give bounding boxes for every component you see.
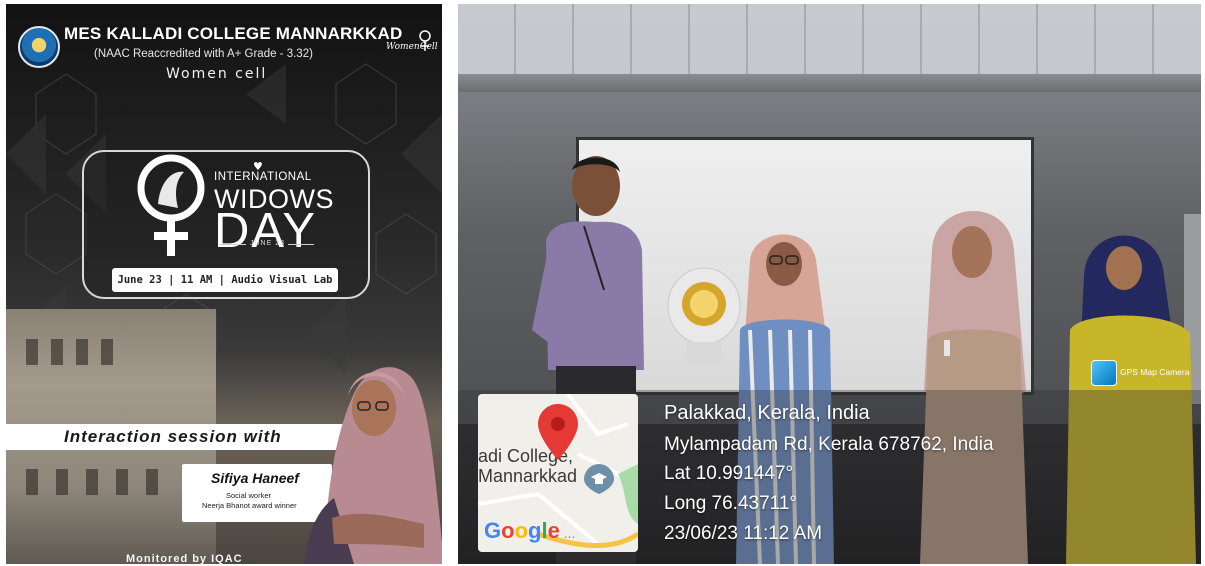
event-poster: MES KALLADI COLLEGE MANNARKKAD (NAAC Rea… <box>6 4 442 564</box>
divider <box>220 244 246 245</box>
location-city: Palakkad, Kerala, India <box>664 402 870 424</box>
map-thumbnail[interactable]: adi College, Mannarkkad Google ... <box>478 394 638 552</box>
event-title-line1: INTERNATIONAL <box>214 171 312 183</box>
women-cell-logo-text: WomenCell <box>386 42 438 52</box>
event-schedule: June 23 | 11 AM | Audio Visual Lab <box>112 268 338 292</box>
location-address: Mylampadam Rd, Kerala 678762, India <box>664 434 994 455</box>
venus-symbol-icon <box>137 154 205 256</box>
women-cell-logo: WomenCell <box>386 30 438 60</box>
divider <box>288 244 314 245</box>
latitude: Lat 10.991447° <box>664 463 794 484</box>
google-logo: Google ... <box>484 518 576 543</box>
map-label-line2: Mannarkkad <box>478 466 578 486</box>
longitude: Long 76.43711° <box>664 493 797 514</box>
speaker-name: Sifiya Haneef <box>211 470 299 486</box>
ceiling-edge <box>458 74 1201 92</box>
timestamp: 23/06/23 11:12 AM <box>664 523 823 544</box>
college-name: MES KALLADI COLLEGE MANNARKKAD <box>64 24 403 43</box>
session-heading: Interaction session with <box>64 427 282 446</box>
event-photo: adi College, Mannarkkad Google ... Palak… <box>458 4 1201 564</box>
graduation-cap-icon <box>584 464 614 494</box>
speaker-award: Neerja Bhanot award winner <box>202 501 297 510</box>
college-logo <box>18 26 60 68</box>
speaker-role: Social worker <box>226 491 272 500</box>
accreditation-text: (NAAC Reaccredited with A+ Grade - 3.32) <box>94 48 313 60</box>
map-pin-icon <box>538 404 578 460</box>
monitored-by: Monitored by IQAC <box>126 553 243 564</box>
cell-name: Women cell <box>166 66 268 82</box>
gps-app-label: GPS Map Camera <box>1120 367 1190 377</box>
event-title-date: JUNE 23 <box>250 240 286 247</box>
gps-map-camera-icon <box>1091 360 1117 386</box>
event-title-line3: DAY <box>214 204 318 258</box>
speaker-photo <box>304 367 442 564</box>
